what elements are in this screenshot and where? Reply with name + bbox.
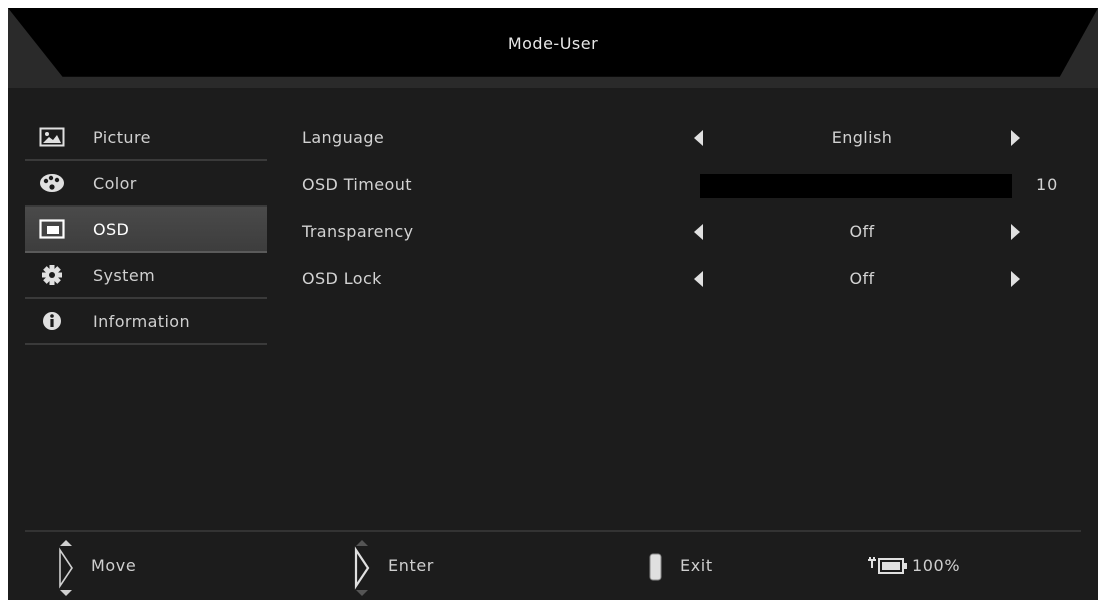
- arrow-left-icon[interactable]: [694, 271, 703, 287]
- setting-osd-lock[interactable]: OSD Lock Off: [302, 256, 1082, 303]
- osd-window: Mode-User Picture Color OSD System Infor…: [8, 8, 1098, 600]
- footer-move-label: Move: [91, 556, 137, 575]
- sidebar-item-label: System: [93, 266, 156, 285]
- gear-icon: [42, 265, 62, 285]
- sidebar-item-label: OSD: [93, 220, 130, 239]
- info-icon: [43, 312, 61, 330]
- sidebar-item-color[interactable]: Color: [25, 161, 267, 207]
- sidebar-item-system[interactable]: System: [25, 253, 267, 299]
- setting-language[interactable]: Language English: [302, 115, 1082, 162]
- arrow-right-icon[interactable]: [1011, 224, 1020, 240]
- sidebar-item-label: Information: [93, 312, 191, 331]
- settings-panel: Language English OSD Timeout 10 Transpar…: [302, 115, 1082, 303]
- joystick-move-icon: [59, 540, 73, 596]
- osd-timeout-value: 10: [1036, 175, 1059, 194]
- footer-hints: Move Enter Exit 100%: [8, 538, 1098, 598]
- setting-transparency[interactable]: Transparency Off: [302, 209, 1082, 256]
- arrow-left-icon[interactable]: [694, 224, 703, 240]
- joystick-enter-icon: [354, 540, 370, 596]
- sidebar-item-osd[interactable]: OSD: [25, 207, 267, 253]
- footer-power: 100%: [866, 538, 1016, 598]
- sidebar-item-label: Picture: [93, 128, 151, 147]
- footer-exit-label: Exit: [680, 556, 713, 575]
- setting-label: OSD Lock: [302, 269, 382, 288]
- transparency-value: Off: [849, 222, 875, 241]
- battery-icon: [868, 557, 907, 574]
- sidebar-item-label: Color: [93, 174, 137, 193]
- footer-enter: Enter: [352, 538, 472, 598]
- footer-power-label: 100%: [912, 556, 961, 575]
- footer-divider: [25, 530, 1081, 532]
- osd-timeout-slider[interactable]: [700, 174, 1012, 198]
- picture-icon: [39, 127, 65, 147]
- language-value: English: [831, 128, 893, 147]
- header: Mode-User: [8, 8, 1098, 88]
- setting-osd-timeout[interactable]: OSD Timeout 10: [302, 162, 1082, 209]
- mode-title: Mode-User: [507, 34, 599, 53]
- sidebar-menu: Picture Color OSD System Information: [25, 115, 269, 345]
- footer-enter-label: Enter: [388, 556, 434, 575]
- setting-label: Transparency: [302, 222, 414, 241]
- arrow-right-icon[interactable]: [1011, 271, 1020, 287]
- arrow-left-icon[interactable]: [694, 130, 703, 146]
- arrow-right-icon[interactable]: [1011, 130, 1020, 146]
- sidebar-item-information[interactable]: Information: [25, 299, 267, 345]
- sidebar-item-picture[interactable]: Picture: [25, 115, 267, 161]
- footer-exit: Exit: [648, 538, 748, 598]
- setting-label: OSD Timeout: [302, 175, 412, 194]
- palette-icon: [40, 174, 64, 192]
- setting-label: Language: [302, 128, 385, 147]
- exit-button-icon: [649, 553, 662, 581]
- osd-lock-value: Off: [849, 269, 875, 288]
- footer-move: Move: [56, 538, 176, 598]
- osd-icon: [39, 219, 65, 239]
